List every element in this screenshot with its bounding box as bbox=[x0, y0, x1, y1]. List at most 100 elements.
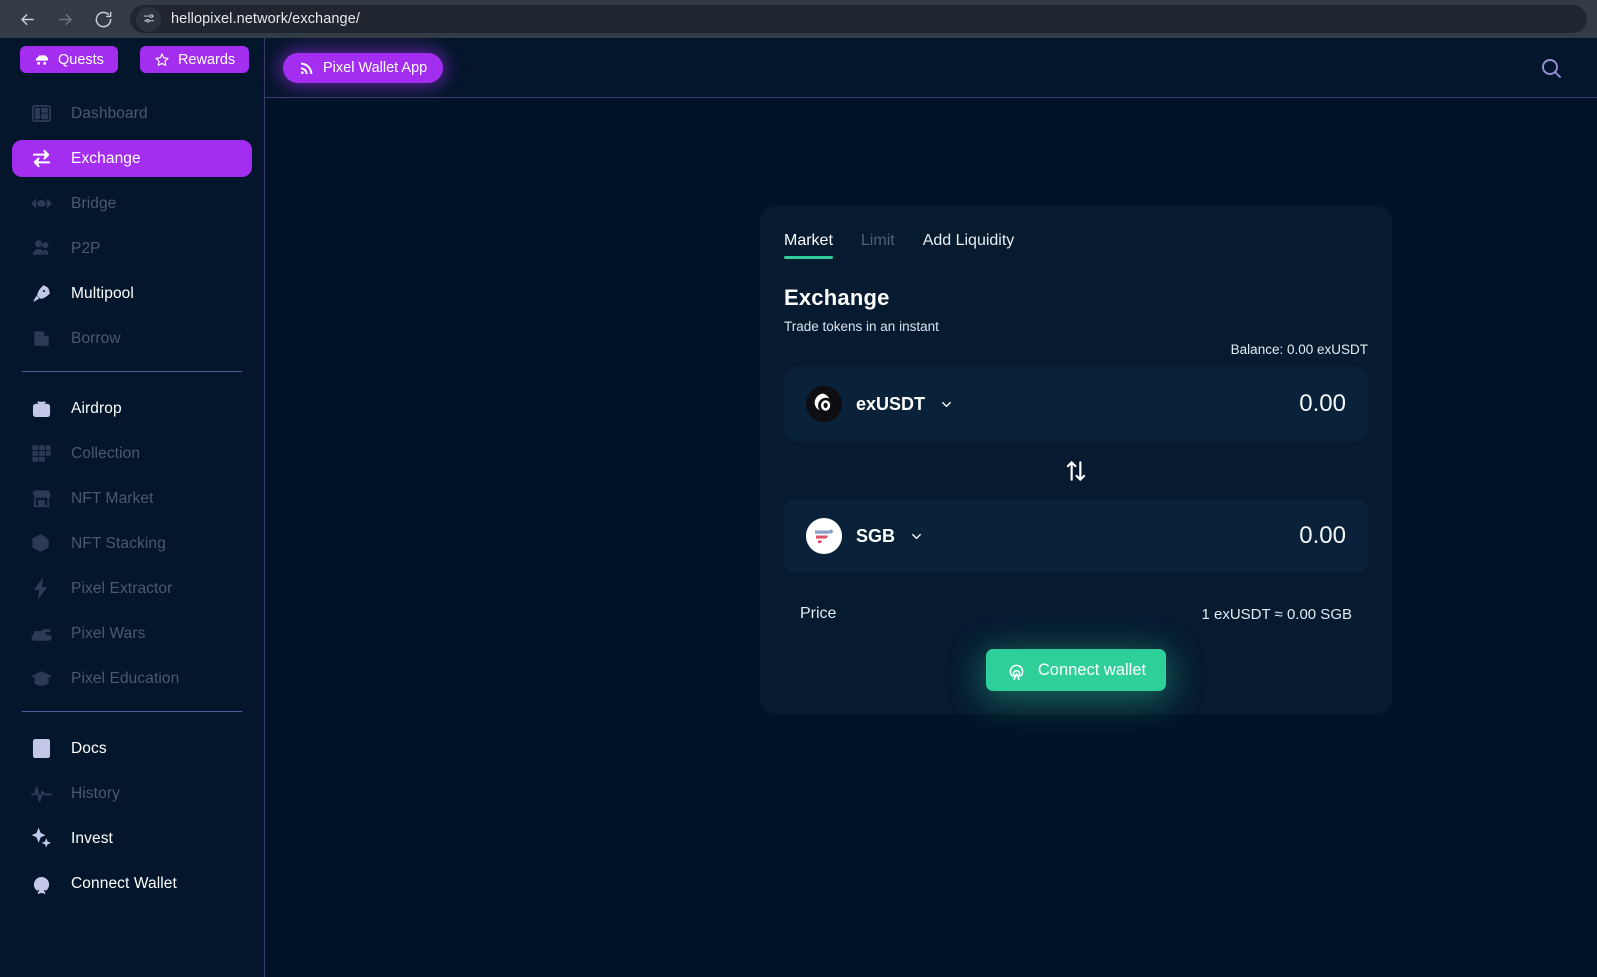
sidebar-label: Invest bbox=[71, 829, 113, 847]
sidebar-item-pixel-extractor[interactable]: Pixel Extractor bbox=[12, 570, 252, 607]
forward-arrow-icon bbox=[58, 13, 72, 25]
signal-broadcast-icon bbox=[301, 62, 313, 74]
balance-text: Balance: 0.00 exUSDT bbox=[1230, 342, 1368, 357]
browser-back-button[interactable] bbox=[10, 2, 44, 36]
exchange-title: Exchange bbox=[784, 285, 890, 310]
swap-direction-button[interactable] bbox=[1056, 455, 1096, 487]
swap-vertical-arrows-icon bbox=[1066, 461, 1086, 481]
bridge-icon bbox=[28, 191, 54, 217]
sidebar-item-collection[interactable]: Collection bbox=[12, 435, 252, 472]
sparkles-icon bbox=[28, 826, 54, 852]
connect-wallet-label: Connect wallet bbox=[1037, 660, 1147, 679]
tank-icon bbox=[28, 621, 54, 647]
sidebar-nav-group-tertiary: Docs History Invest Connect Wallet bbox=[12, 730, 252, 902]
sidebar-label: Bridge bbox=[71, 194, 117, 212]
reload-icon bbox=[95, 11, 111, 27]
antenna-broadcast-icon bbox=[1009, 664, 1024, 680]
people-icon bbox=[28, 236, 54, 262]
browser-url-bar[interactable]: hellopixel.network/exchange/ bbox=[130, 5, 1587, 33]
sidebar-label: History bbox=[71, 784, 120, 802]
quests-button[interactable]: Quests bbox=[20, 46, 118, 73]
to-token-selector[interactable]: SGB bbox=[806, 518, 924, 554]
sidebar-label: Collection bbox=[71, 444, 141, 462]
price-row: Price 1 exUSDT ≈ 0.00 SGB bbox=[784, 605, 1368, 623]
sidebar-label: Borrow bbox=[71, 329, 121, 347]
swap-direction-wrap bbox=[784, 455, 1368, 487]
sidebar: Quests Rewards Dashboard Exchange Bridge… bbox=[0, 38, 265, 977]
browser-forward-button[interactable] bbox=[48, 2, 82, 36]
from-token-row: exUSDT bbox=[784, 367, 1368, 441]
exchange-card: Market Limit Add Liquidity Exchange Trad… bbox=[760, 206, 1392, 714]
back-arrow-icon bbox=[20, 13, 34, 25]
pixel-wallet-app-button[interactable]: Pixel Wallet App bbox=[283, 52, 444, 83]
chevron-down-icon bbox=[942, 401, 951, 407]
main-content: Market Limit Add Liquidity Exchange Trad… bbox=[265, 98, 1597, 977]
from-amount-input[interactable] bbox=[1126, 390, 1346, 418]
sidebar-label: Pixel Wars bbox=[71, 624, 146, 642]
sidebar-nav-group-primary: Dashboard Exchange Bridge P2P Multipool … bbox=[12, 95, 252, 357]
storefront-icon bbox=[28, 486, 54, 512]
sidebar-item-docs[interactable]: Docs bbox=[12, 730, 252, 767]
sidebar-label: Connect Wallet bbox=[71, 874, 177, 892]
tab-limit[interactable]: Limit bbox=[861, 232, 895, 259]
sidebar-item-nft-market[interactable]: NFT Market bbox=[12, 480, 252, 517]
lightning-bolt-icon bbox=[28, 576, 54, 602]
app-header: Pixel Wallet App bbox=[265, 38, 1597, 98]
to-amount-input[interactable] bbox=[1126, 522, 1346, 550]
sgb-token-icon bbox=[806, 518, 842, 554]
book-icon bbox=[28, 736, 54, 762]
rewards-button[interactable]: Rewards bbox=[139, 46, 250, 73]
sidebar-item-pixel-education[interactable]: Pixel Education bbox=[12, 660, 252, 697]
sidebar-label: NFT Stacking bbox=[71, 534, 166, 552]
rewards-label: Rewards bbox=[177, 51, 236, 68]
sidebar-item-history[interactable]: History bbox=[12, 775, 252, 812]
parachute-box-icon bbox=[28, 396, 54, 422]
sidebar-label: Dashboard bbox=[71, 104, 148, 122]
sidebar-label: Airdrop bbox=[71, 399, 122, 417]
sidebar-item-invest[interactable]: Invest bbox=[12, 820, 252, 857]
from-token-symbol: exUSDT bbox=[856, 393, 926, 414]
sidebar-label: Multipool bbox=[71, 284, 134, 302]
borrow-icon bbox=[28, 326, 54, 352]
site-settings-icon bbox=[143, 14, 154, 23]
sidebar-item-multipool[interactable]: Multipool bbox=[12, 275, 252, 312]
grid-collection-icon bbox=[28, 441, 54, 467]
sidebar-divider-2 bbox=[22, 711, 242, 712]
to-token-symbol: SGB bbox=[856, 525, 896, 546]
exchange-tabs: Market Limit Add Liquidity bbox=[784, 232, 1368, 259]
rocket-icon bbox=[28, 281, 54, 307]
connect-wallet-button[interactable]: Connect wallet bbox=[985, 649, 1167, 691]
connect-wallet-wrap: Connect wallet bbox=[784, 649, 1368, 691]
sidebar-label: Pixel Extractor bbox=[71, 579, 173, 597]
sidebar-item-exchange[interactable]: Exchange bbox=[12, 140, 252, 177]
sidebar-label: P2P bbox=[71, 239, 101, 257]
cube-plus-icon bbox=[28, 531, 54, 557]
browser-toolbar: hellopixel.network/exchange/ bbox=[0, 0, 1597, 38]
price-value: 1 exUSDT ≈ 0.00 SGB bbox=[1201, 605, 1352, 623]
exusdt-token-icon bbox=[806, 386, 842, 422]
search-button[interactable] bbox=[1535, 52, 1567, 84]
pixel-wallet-app-label: Pixel Wallet App bbox=[323, 59, 428, 76]
browser-reload-button[interactable] bbox=[86, 2, 120, 36]
quest-car-icon bbox=[36, 54, 48, 65]
site-settings-button[interactable] bbox=[136, 6, 161, 32]
sidebar-item-borrow[interactable]: Borrow bbox=[12, 320, 252, 357]
chevron-down-icon bbox=[912, 533, 921, 539]
dashboard-icon bbox=[28, 101, 54, 127]
sidebar-item-dashboard[interactable]: Dashboard bbox=[12, 95, 252, 132]
tab-add-liquidity[interactable]: Add Liquidity bbox=[923, 232, 1015, 259]
from-token-selector[interactable]: exUSDT bbox=[806, 386, 954, 422]
sidebar-item-airdrop[interactable]: Airdrop bbox=[12, 390, 252, 427]
tab-market[interactable]: Market bbox=[784, 232, 833, 259]
sidebar-item-p2p[interactable]: P2P bbox=[12, 230, 252, 267]
sidebar-label: Exchange bbox=[71, 149, 141, 167]
to-token-row: SGB bbox=[784, 499, 1368, 573]
sidebar-item-connect-wallet[interactable]: Connect Wallet bbox=[12, 865, 252, 902]
sidebar-label: Pixel Education bbox=[71, 669, 180, 687]
sidebar-divider-1 bbox=[22, 371, 242, 372]
sidebar-item-pixel-wars[interactable]: Pixel Wars bbox=[12, 615, 252, 652]
sidebar-item-bridge[interactable]: Bridge bbox=[12, 185, 252, 222]
graduation-cap-icon bbox=[28, 666, 54, 692]
quests-label: Quests bbox=[58, 51, 104, 68]
sidebar-item-nft-stacking[interactable]: NFT Stacking bbox=[12, 525, 252, 562]
